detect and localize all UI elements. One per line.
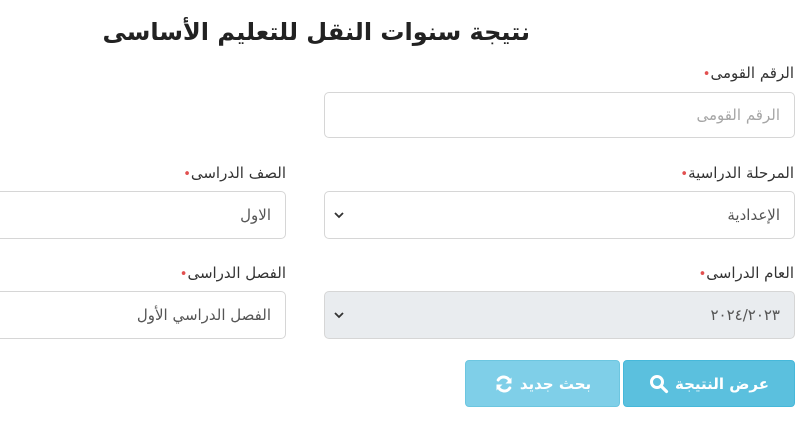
search-icon bbox=[649, 374, 669, 394]
term-selected-value: الفصل الدراسي الأول bbox=[136, 306, 271, 324]
show-result-button[interactable]: عرض النتيجة bbox=[623, 360, 795, 407]
term-label-text: الفصل الدراسى bbox=[187, 264, 286, 282]
grade-select[interactable]: الاول bbox=[0, 191, 286, 239]
stage-label-text: المرحلة الدراسية bbox=[688, 164, 794, 182]
year-label: العام الدراسى• bbox=[693, 264, 794, 282]
national-id-label-text: الرقم القومى bbox=[710, 64, 794, 82]
national-id-placeholder: الرقم القومى bbox=[696, 106, 780, 124]
required-mark: • bbox=[680, 167, 689, 182]
page-title: نتيجة سنوات النقل للتعليم الأساسى bbox=[102, 18, 530, 46]
national-id-label: الرقم القومى• bbox=[697, 64, 794, 82]
year-select: ٢٠٢٤/٢٠٢٣ bbox=[324, 291, 795, 339]
grade-selected-value: الاول bbox=[240, 206, 271, 224]
year-selected-value: ٢٠٢٤/٢٠٢٣ bbox=[710, 306, 780, 324]
new-search-button[interactable]: بحث جديد bbox=[465, 360, 620, 407]
stage-selected-value: الإعدادية bbox=[727, 206, 780, 224]
new-search-label: بحث جديد bbox=[519, 374, 592, 393]
stage-label: المرحلة الدراسية• bbox=[674, 164, 794, 182]
grade-label: الصف الدراسى• bbox=[177, 164, 286, 182]
show-result-label: عرض النتيجة bbox=[674, 374, 770, 393]
grade-label-text: الصف الدراسى bbox=[190, 164, 286, 182]
required-mark: • bbox=[183, 167, 191, 182]
term-select[interactable]: الفصل الدراسي الأول bbox=[0, 291, 286, 339]
chevron-down-icon bbox=[333, 309, 345, 321]
stage-select[interactable]: الإعدادية bbox=[324, 191, 795, 239]
national-id-input[interactable]: الرقم القومى bbox=[324, 92, 795, 138]
term-label: الفصل الدراسى• bbox=[174, 264, 286, 282]
refresh-icon bbox=[494, 374, 514, 394]
year-label-text: العام الدراسى bbox=[706, 264, 794, 282]
chevron-down-icon bbox=[333, 209, 345, 221]
